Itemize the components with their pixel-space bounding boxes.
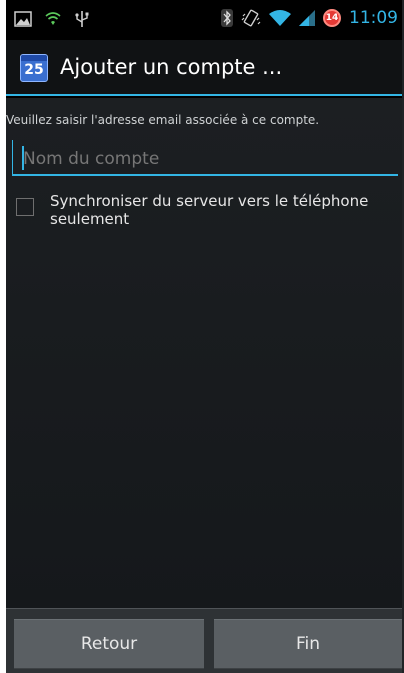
- calendar-icon-number: 25: [24, 62, 44, 78]
- calendar-icon[interactable]: 25: [20, 54, 48, 82]
- clock: 11:09: [349, 8, 398, 28]
- status-left-icons: [14, 10, 90, 28]
- vibrate-icon: [241, 9, 261, 27]
- sync-option-row[interactable]: Synchroniser du serveur vers le téléphon…: [16, 192, 396, 228]
- status-right-icons: 14 11:09: [221, 8, 398, 28]
- back-button[interactable]: Retour: [14, 619, 204, 669]
- cellular-signal-icon: [299, 10, 315, 26]
- usb-icon: [75, 11, 89, 27]
- page-title: Ajouter un compte ...: [60, 55, 283, 79]
- picture-icon: [14, 11, 32, 27]
- button-bar: Retour Fin: [6, 608, 404, 673]
- status-bar: 14 11:09: [6, 0, 404, 40]
- action-bar: 25 Ajouter un compte ...: [6, 40, 404, 96]
- bluetooth-icon: [221, 9, 233, 27]
- account-name-field-wrapper: [12, 140, 398, 176]
- screen: 14 11:09 25 Ajouter un compte ... Veuill…: [6, 0, 404, 673]
- content-area: Veuillez saisir l'adresse email associée…: [6, 98, 404, 608]
- account-name-input[interactable]: [23, 146, 383, 172]
- instruction-text: Veuillez saisir l'adresse email associée…: [6, 113, 320, 127]
- done-button[interactable]: Fin: [214, 619, 402, 669]
- wifi-signal-icon: [269, 10, 291, 26]
- sync-checkbox[interactable]: [16, 198, 34, 216]
- notification-badge: 14: [323, 9, 341, 27]
- wifi-hotspot-icon: [45, 12, 61, 25]
- sync-checkbox-label: Synchroniser du serveur vers le téléphon…: [50, 192, 369, 228]
